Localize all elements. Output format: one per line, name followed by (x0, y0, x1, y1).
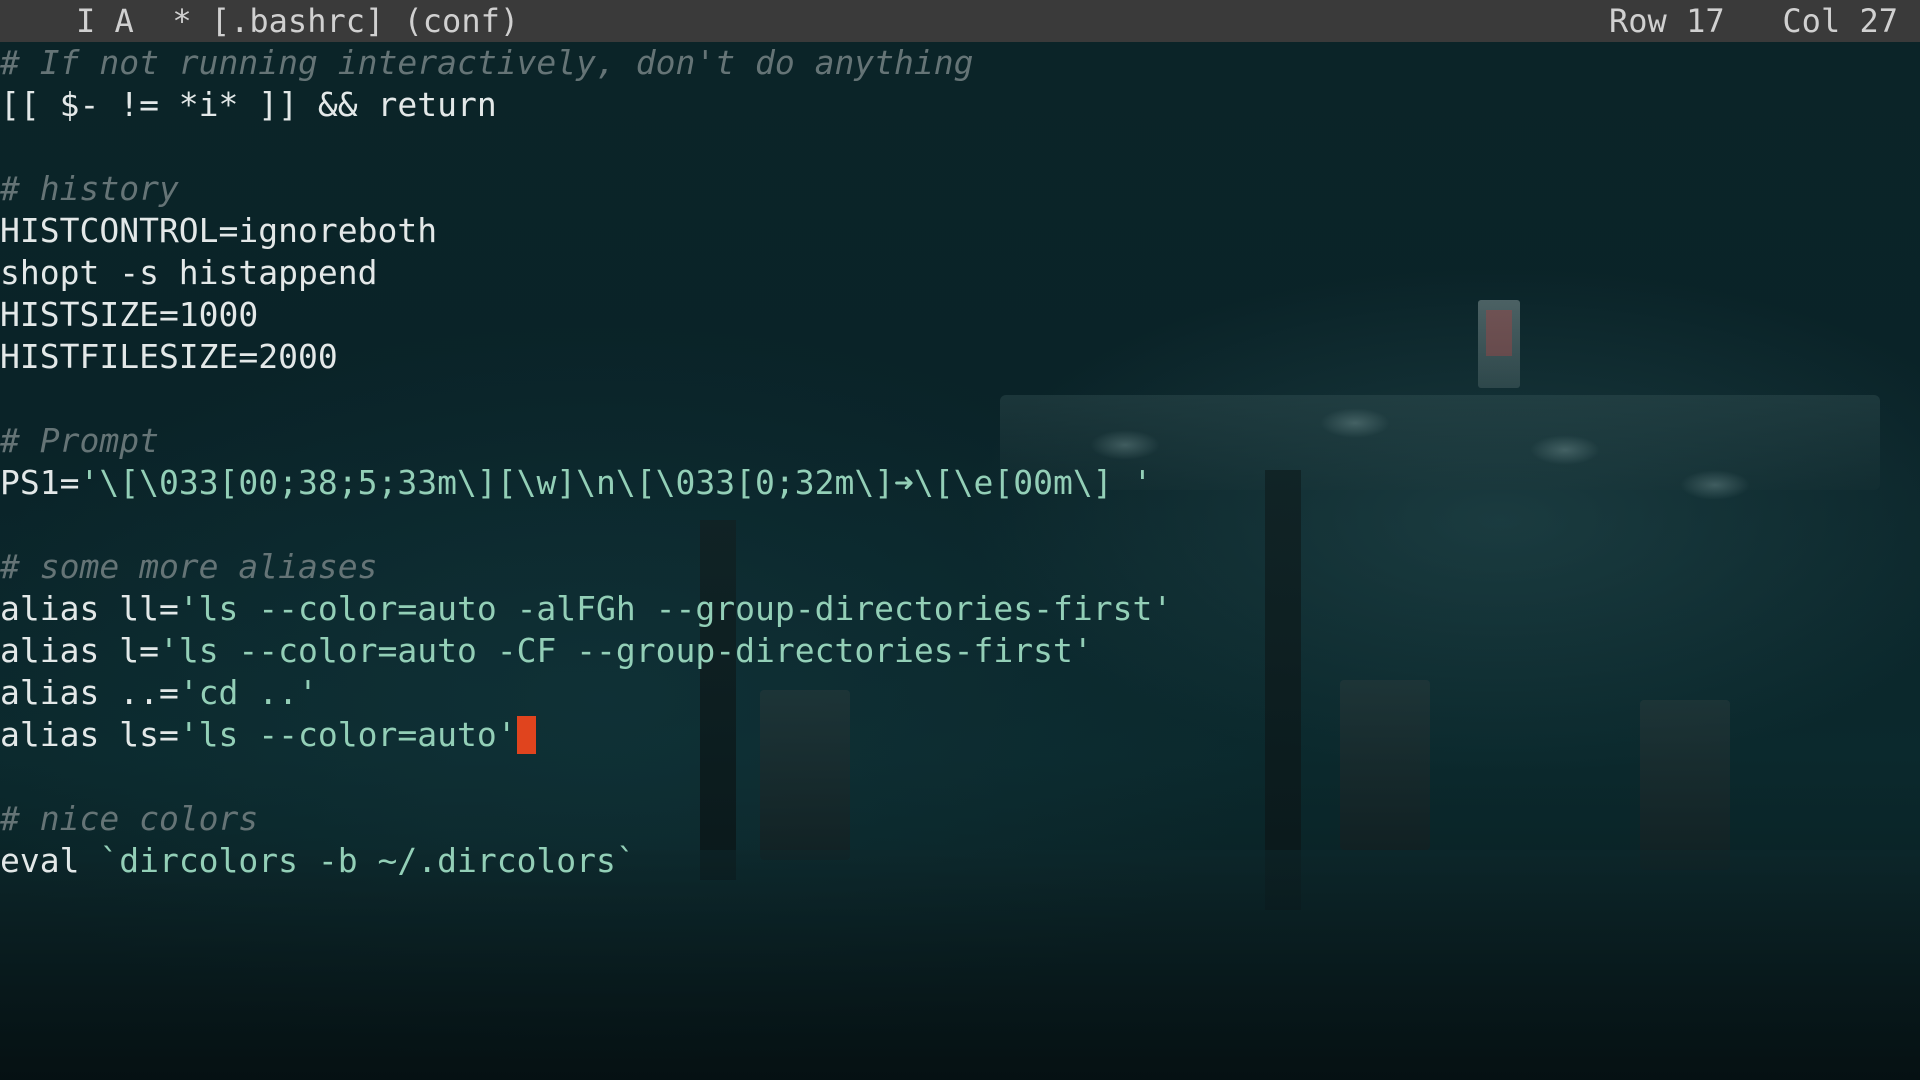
code-text: HISTSIZE=1000 (0, 295, 259, 334)
code-line[interactable]: PS1='\[\033[00;38;5;33m\][\w]\n\[\033[0;… (0, 462, 1920, 504)
code-comment: # nice colors (0, 799, 259, 838)
code-line[interactable]: HISTCONTROL=ignoreboth (0, 210, 1920, 252)
code-text: shopt -s histappend (0, 253, 378, 292)
code-text: alias l= (0, 631, 159, 670)
code-line[interactable] (0, 378, 1920, 420)
code-line[interactable]: # some more aliases (0, 546, 1920, 588)
code-line[interactable] (0, 756, 1920, 798)
code-line[interactable]: alias ..='cd ..' (0, 672, 1920, 714)
code-line[interactable]: alias l='ls --color=auto -CF --group-dir… (0, 630, 1920, 672)
code-line[interactable]: # nice colors (0, 798, 1920, 840)
code-string: 'ls --color=auto -alFGh --group-director… (178, 589, 1173, 628)
code-line[interactable]: alias ll='ls --color=auto -alFGh --group… (0, 588, 1920, 630)
status-left: I A * [.bashrc] (conf) (76, 0, 519, 42)
editor-mode-indicator: I A (76, 2, 134, 40)
status-right: Row 17 Col 27 (1609, 0, 1898, 42)
ground (0, 850, 1920, 1080)
code-string: 'ls --color=auto' (178, 715, 517, 754)
code-string: '\[\033[00;38;5;33m\][\w]\n\[\033[0;32m\… (79, 463, 1153, 502)
col-indicator: Col 27 (1782, 2, 1898, 40)
editor-text-area[interactable]: # If not running interactively, don't do… (0, 42, 1920, 882)
row-indicator: Row 17 (1609, 2, 1725, 40)
code-comment: # some more aliases (0, 547, 378, 586)
code-comment: # history (0, 169, 179, 208)
code-line[interactable]: # Prompt (0, 420, 1920, 462)
code-line[interactable] (0, 504, 1920, 546)
code-comment: # Prompt (0, 421, 159, 460)
code-string: 'cd ..' (178, 673, 318, 712)
text-cursor (516, 716, 536, 754)
code-line[interactable] (0, 126, 1920, 168)
code-text: HISTCONTROL=ignoreboth (0, 211, 438, 250)
code-text: eval (0, 841, 100, 880)
code-line[interactable]: shopt -s histappend (0, 252, 1920, 294)
code-line[interactable]: # If not running interactively, don't do… (0, 42, 1920, 84)
code-text: alias ..= (0, 673, 179, 712)
code-string: 'ls --color=auto -CF --group-directories… (158, 631, 1093, 670)
code-string: `dircolors -b ~/.dircolors` (99, 841, 636, 880)
code-text: [[ $- != *i* ]] && return (0, 85, 497, 124)
code-line[interactable]: alias ls='ls --color=auto' (0, 714, 1920, 756)
code-text: PS1= (0, 463, 80, 502)
code-line[interactable]: eval `dircolors -b ~/.dircolors` (0, 840, 1920, 882)
code-line[interactable]: HISTSIZE=1000 (0, 294, 1920, 336)
code-text: alias ll= (0, 589, 179, 628)
file-indicator: * [.bashrc] (conf) (172, 2, 520, 40)
code-comment: # If not running interactively, don't do… (0, 43, 974, 82)
status-bar: I A * [.bashrc] (conf) Row 17 Col 27 (0, 0, 1920, 42)
code-text: HISTFILESIZE=2000 (0, 337, 338, 376)
code-text: alias ls= (0, 715, 179, 754)
code-line[interactable]: HISTFILESIZE=2000 (0, 336, 1920, 378)
code-line[interactable]: # history (0, 168, 1920, 210)
code-line[interactable]: [[ $- != *i* ]] && return (0, 84, 1920, 126)
